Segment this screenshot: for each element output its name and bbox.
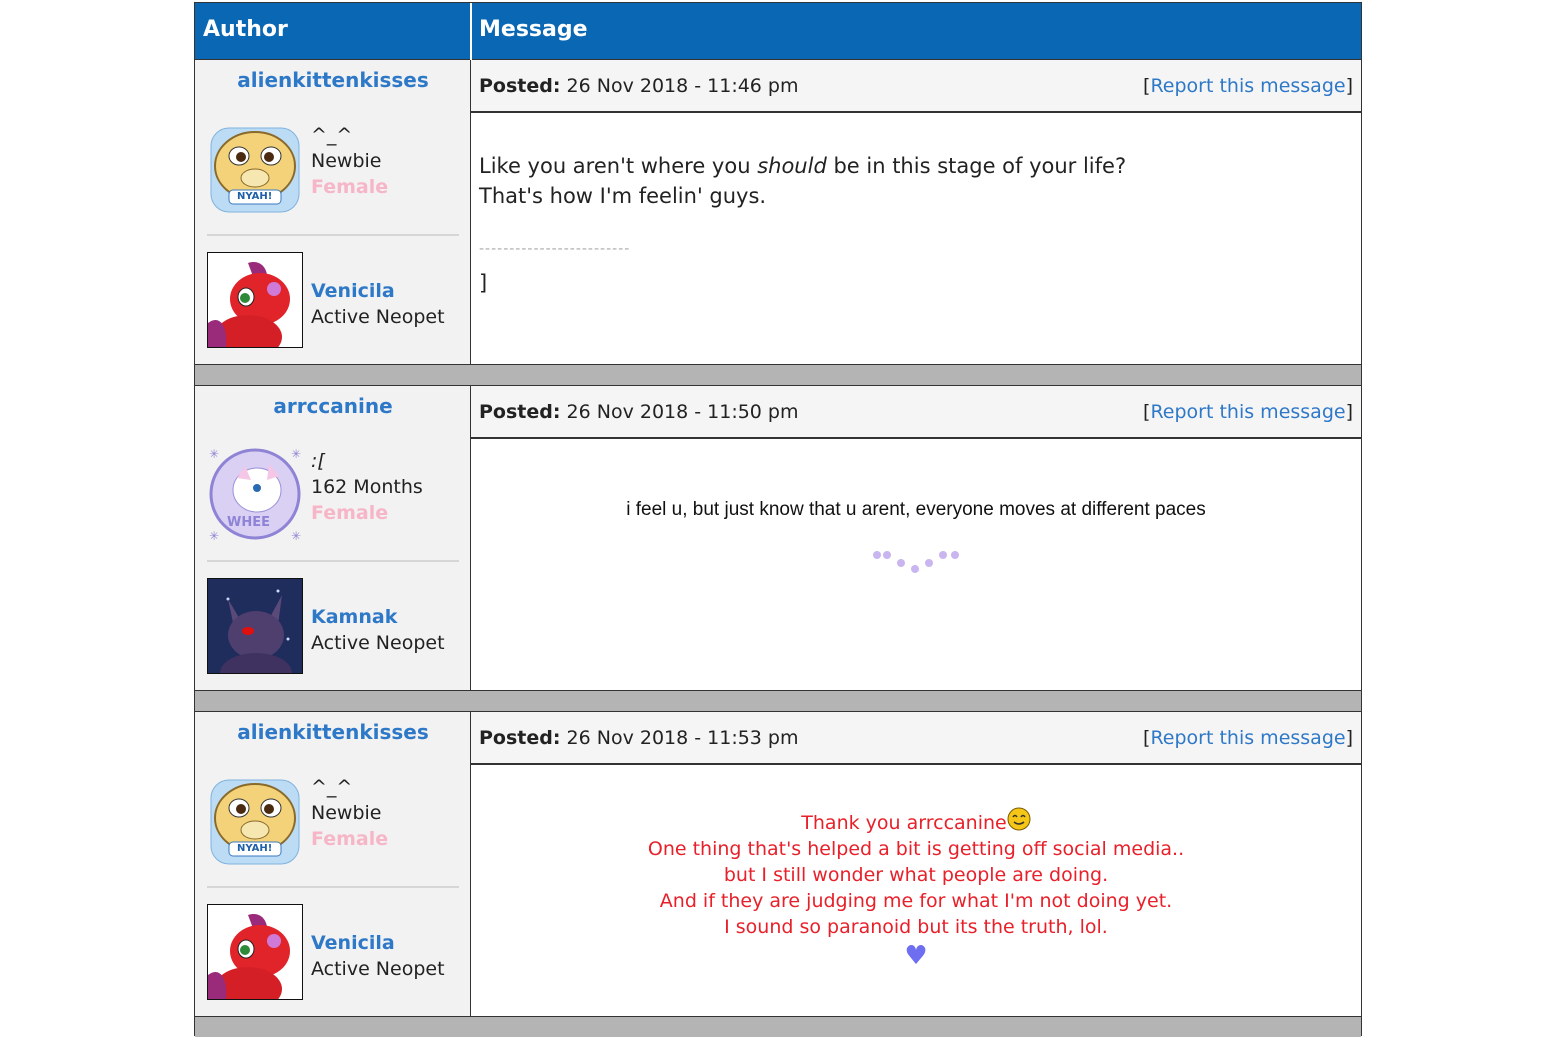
- posted-time: 26 Nov 2018 - 11:53 pm: [566, 727, 799, 749]
- message-line: And if they are judging me for what I'm …: [659, 890, 1173, 912]
- posted-date: Posted: 26 Nov 2018 - 11:53 pm: [479, 727, 799, 749]
- tan-cat-nyah-avatar-icon: NYAH!: [207, 772, 303, 868]
- message-column-header: Message: [479, 17, 588, 42]
- message-line: Thank you arrccanine: [801, 812, 1007, 834]
- avatar-caption: WHEE: [227, 515, 270, 530]
- author-panel: alienkittenkisses NYAH! ^_^ Newbie Femal…: [195, 712, 471, 1016]
- header-divider: [470, 3, 472, 60]
- user-rank: Newbie: [311, 802, 382, 824]
- pet-name[interactable]: Venicila: [311, 280, 395, 302]
- author-divider: [207, 886, 459, 888]
- posted-label: Posted:: [479, 75, 561, 97]
- report-link-wrap: [Report this message]: [1143, 727, 1353, 749]
- pet-status: Active Neopet: [311, 632, 445, 654]
- post-spacer: [195, 364, 1361, 386]
- post-1: alienkittenkisses NYAH! ^_^ Newbie Femal…: [195, 60, 1361, 364]
- dark-wolf-pet-image-icon[interactable]: [207, 578, 303, 674]
- author-divider: [207, 234, 459, 236]
- message-line: Like you aren't where you: [479, 154, 758, 178]
- white-dog-whee-avatar-icon: WHEE ✳ ✳ ✳ ✳: [207, 446, 303, 543]
- message-emphasis: should: [757, 154, 827, 178]
- message-line: That's how I'm feelin' guys.: [479, 184, 767, 208]
- message-text: i feel u, but just know that u arent, ev…: [626, 499, 1206, 520]
- message-body: Thank you arrccanine One thing that's he…: [471, 765, 1361, 1016]
- pet-status: Active Neopet: [311, 958, 445, 980]
- post-meta-bar: Posted: 26 Nov 2018 - 11:46 pm [Report t…: [471, 60, 1361, 113]
- avatar-caption: NYAH!: [237, 191, 273, 202]
- user-gender: Female: [311, 176, 389, 198]
- message-panel: Posted: 26 Nov 2018 - 11:46 pm [Report t…: [471, 60, 1361, 364]
- red-pet-image-icon[interactable]: [207, 904, 303, 1000]
- author-panel: arrccanine WHEE ✳ ✳ ✳ ✳ :[ 162 Months Fe…: [195, 386, 471, 690]
- avatar-caption: NYAH!: [237, 843, 273, 854]
- svg-text:✳: ✳: [209, 447, 219, 461]
- post-meta-bar: Posted: 26 Nov 2018 - 11:50 pm [Report t…: [471, 386, 1361, 439]
- message-panel: Posted: 26 Nov 2018 - 11:53 pm [Report t…: [471, 712, 1361, 1016]
- report-message-link[interactable]: Report this message: [1150, 75, 1345, 97]
- user-info: ^_^ Newbie Female: [311, 774, 388, 852]
- message-line: One thing that's helped a bit is getting…: [647, 838, 1185, 860]
- posted-date: Posted: 26 Nov 2018 - 11:50 pm: [479, 401, 799, 423]
- table-header: Author Message: [195, 3, 1361, 60]
- user-gender: Female: [311, 502, 389, 524]
- tan-cat-nyah-avatar-icon: NYAH!: [207, 120, 303, 216]
- user-info: :[ 162 Months Female: [311, 448, 423, 526]
- posted-label: Posted:: [479, 727, 561, 749]
- decorative-dots-icon: [871, 549, 963, 579]
- heart-icon: ♥: [904, 941, 928, 971]
- author-username[interactable]: arrccanine: [195, 394, 471, 418]
- message-text: Like you aren't where you should be in t…: [479, 151, 1126, 211]
- message-panel: Posted: 26 Nov 2018 - 11:50 pm [Report t…: [471, 386, 1361, 690]
- author-divider: [207, 560, 459, 562]
- message-line: I sound so paranoid but its the truth, l…: [724, 916, 1108, 938]
- report-link-wrap: [Report this message]: [1143, 401, 1353, 423]
- post-meta-bar: Posted: 26 Nov 2018 - 11:53 pm [Report t…: [471, 712, 1361, 765]
- message-line: be in this stage of your life?: [826, 154, 1127, 178]
- posted-date: Posted: 26 Nov 2018 - 11:46 pm: [479, 75, 799, 97]
- red-pet-image-icon[interactable]: [207, 252, 303, 348]
- user-rank: 162 Months: [311, 476, 423, 498]
- signature-divider: -------------------------: [479, 241, 631, 257]
- posted-time: 26 Nov 2018 - 11:46 pm: [566, 75, 799, 97]
- svg-text:✳: ✳: [291, 529, 301, 542]
- signature-bracket: ]: [479, 271, 488, 295]
- pet-name[interactable]: Kamnak: [311, 606, 397, 628]
- report-message-link[interactable]: Report this message: [1150, 727, 1345, 749]
- message-body: i feel u, but just know that u arent, ev…: [471, 439, 1361, 690]
- message-board-table: Author Message alienkittenkisses NYAH! ^…: [194, 2, 1362, 1037]
- message-text: Thank you arrccanine One thing that's he…: [471, 807, 1361, 940]
- svg-text:✳: ✳: [209, 529, 219, 542]
- author-column-header: Author: [203, 17, 288, 42]
- user-mood: ^_^: [311, 776, 353, 798]
- pet-name[interactable]: Venicila: [311, 932, 395, 954]
- posted-label: Posted:: [479, 401, 561, 423]
- pet-status: Active Neopet: [311, 306, 445, 328]
- author-panel: alienkittenkisses NYAH! ^_^ Newbie Femal…: [195, 60, 471, 364]
- author-username[interactable]: alienkittenkisses: [195, 68, 471, 92]
- post-spacer: [195, 690, 1361, 712]
- posted-time: 26 Nov 2018 - 11:50 pm: [566, 401, 799, 423]
- post-2: arrccanine WHEE ✳ ✳ ✳ ✳ :[ 162 Months Fe…: [195, 386, 1361, 690]
- post-spacer: [195, 1016, 1361, 1037]
- message-body: Like you aren't where you should be in t…: [471, 113, 1361, 364]
- user-rank: Newbie: [311, 150, 382, 172]
- post-3: alienkittenkisses NYAH! ^_^ Newbie Femal…: [195, 712, 1361, 1016]
- smiley-emoticon-icon: [1007, 807, 1031, 831]
- user-mood: :[: [311, 450, 325, 472]
- report-message-link[interactable]: Report this message: [1150, 401, 1345, 423]
- user-gender: Female: [311, 828, 389, 850]
- report-link-wrap: [Report this message]: [1143, 75, 1353, 97]
- message-line: but I still wonder what people are doing…: [723, 864, 1109, 886]
- author-username[interactable]: alienkittenkisses: [195, 720, 471, 744]
- svg-text:✳: ✳: [291, 447, 301, 461]
- user-info: ^_^ Newbie Female: [311, 122, 388, 200]
- user-mood: ^_^: [311, 124, 353, 146]
